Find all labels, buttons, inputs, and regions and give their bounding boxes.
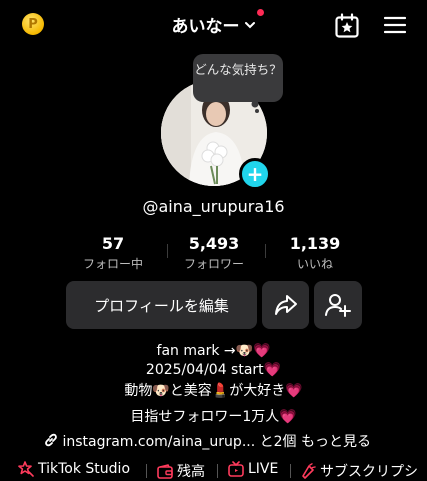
- tiktok-studio-link[interactable]: TikTok Studio: [18, 461, 130, 477]
- menu-icon[interactable]: [384, 15, 406, 35]
- following-stat[interactable]: 57 フォロー中: [68, 234, 158, 272]
- account-switcher[interactable]: あいなー: [0, 9, 427, 37]
- following-count: 57: [101, 234, 125, 253]
- likes-stat[interactable]: 1,139 いいね: [270, 234, 360, 272]
- likes-label: いいね: [296, 257, 333, 271]
- calendar-star-icon[interactable]: [334, 13, 360, 39]
- tiktok-studio-label: TikTok Studio: [38, 461, 131, 477]
- link-icon: [45, 433, 57, 447]
- bar-divider: [290, 464, 291, 478]
- live-label: LIVE: [248, 461, 279, 477]
- edit-profile-label: プロフィールを編集: [94, 296, 229, 315]
- bio-line: 動物🐶と美容💄が大好き💗: [124, 383, 303, 399]
- live-tv-icon: [228, 461, 244, 477]
- subscription-link[interactable]: サブスクリプシ: [300, 461, 418, 481]
- followers-count: 5,493: [188, 234, 240, 253]
- balance-label: 残高: [177, 464, 205, 480]
- stat-divider: [265, 244, 266, 258]
- chevron-down-icon: [244, 21, 255, 28]
- bio-link[interactable]: instagram.com/aina_urup... と2個 もっと見る: [44, 431, 371, 451]
- subscription-label: サブスクリプシ: [320, 464, 418, 480]
- stat-divider: [167, 244, 168, 258]
- followers-stat[interactable]: 5,493 フォロワー: [169, 234, 259, 272]
- bio-link-url[interactable]: instagram.com/aina_urup...: [62, 434, 255, 450]
- followers-label: フォロワー: [183, 257, 244, 271]
- status-bubble[interactable]: どんな気持ち？: [193, 54, 283, 102]
- wallet-icon: [157, 463, 173, 479]
- username: @aina_urupura16: [142, 197, 285, 216]
- add-user-icon: [325, 294, 351, 317]
- bio-line: 目指せフォロワー1万人💗: [130, 409, 297, 425]
- share-profile-button[interactable]: [262, 281, 309, 329]
- live-link[interactable]: LIVE: [228, 461, 278, 477]
- bubble-tail: [251, 100, 259, 113]
- share-icon: [274, 295, 297, 315]
- following-label: フォロー中: [82, 257, 143, 271]
- add-story-button[interactable]: +: [239, 158, 271, 190]
- edit-profile-button[interactable]: プロフィールを編集: [66, 281, 257, 329]
- show-more-link[interactable]: と2個 もっと見る: [255, 434, 371, 450]
- add-friend-button[interactable]: [314, 281, 362, 329]
- bar-divider: [217, 464, 218, 478]
- balance-link[interactable]: 残高: [157, 461, 205, 481]
- notification-dot: [256, 9, 264, 16]
- studio-icon: [18, 461, 34, 477]
- bio-line: fan mark →🐶💗: [156, 343, 271, 359]
- bar-divider: [146, 464, 147, 478]
- account-name: あいなー: [171, 17, 240, 37]
- subscription-icon: [302, 463, 316, 479]
- likes-count: 1,139: [289, 234, 341, 253]
- bio-line: 2025/04/04 start💗: [145, 362, 282, 378]
